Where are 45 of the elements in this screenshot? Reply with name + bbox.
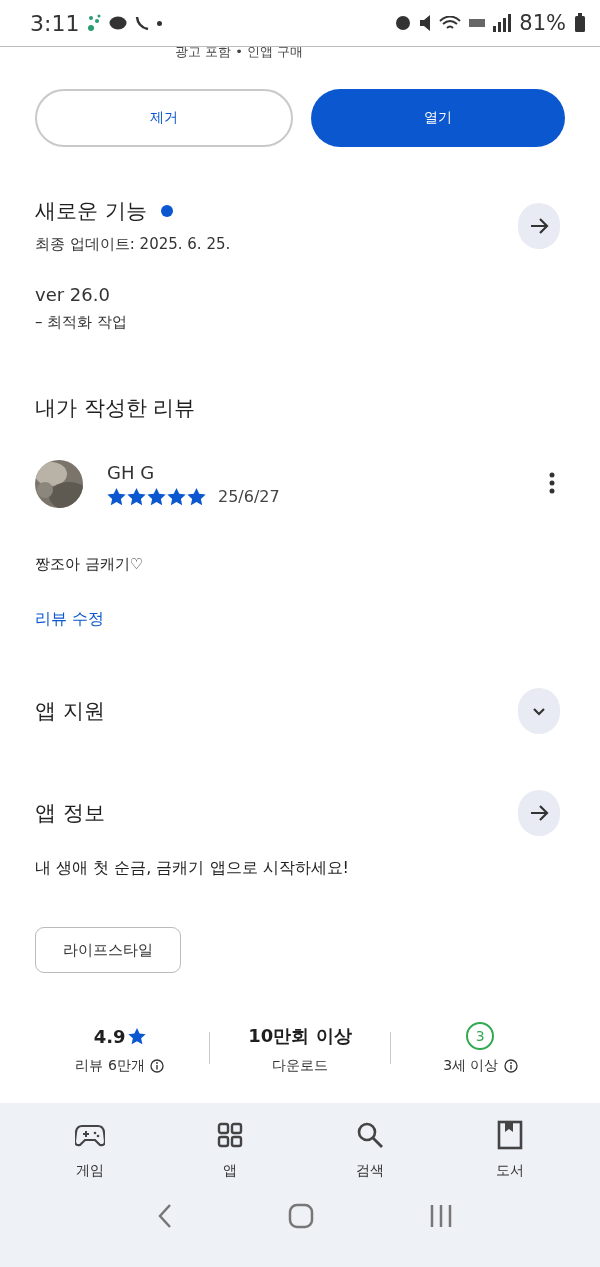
arrow-button[interactable]	[518, 202, 560, 249]
nav-tab[interactable]: 도서	[465, 1117, 555, 1181]
open-button[interactable]: 열기	[311, 89, 565, 147]
wifi-icon	[439, 16, 462, 30]
dots-app-icon	[87, 13, 102, 33]
age-rating-badge: 3	[466, 1022, 495, 1050]
section-title: 새로운 기능	[35, 198, 147, 225]
nav-tab[interactable]: 앱	[185, 1117, 275, 1181]
edit-review-link[interactable]: 리뷰 수정	[0, 609, 105, 630]
status-time: 3:11	[30, 10, 80, 36]
star-icon	[127, 1027, 146, 1045]
info-icon[interactable]	[149, 1059, 164, 1073]
app-description: 내 생애 첫 순금, 금캐기 앱으로 시작하세요!	[34, 858, 350, 879]
battery-icon	[574, 13, 586, 33]
reviewer-name: GH G	[107, 462, 156, 483]
review-date: 25/6/27	[218, 487, 280, 506]
rating-value: 4.9	[93, 1025, 126, 1047]
recent-apps-icon[interactable]	[428, 1204, 453, 1228]
version-text: ver 26.0	[34, 284, 111, 305]
stat-label: 3세 이상	[443, 1057, 499, 1075]
nav-tab[interactable]: 검색	[325, 1117, 415, 1181]
release-notes: – 최적화 작업	[34, 313, 129, 332]
back-icon[interactable]	[157, 1203, 174, 1229]
info-icon[interactable]	[503, 1059, 518, 1073]
search-icon	[356, 1121, 384, 1149]
signal-icon	[493, 14, 512, 32]
notification-dot-icon	[157, 20, 163, 26]
section-title: 앱 정보	[35, 800, 105, 827]
stat-label: 리뷰 6만개	[75, 1057, 145, 1075]
battery-percent: 81%	[519, 11, 566, 35]
gamepad-icon	[75, 1122, 105, 1148]
arrow-button[interactable]	[518, 790, 560, 836]
download-count: 10만회 이상	[248, 1024, 352, 1048]
apps-grid-icon	[217, 1122, 243, 1148]
stat-label: 다운로드	[272, 1057, 328, 1075]
app-meta: 광고 포함 • 인앱 구매	[174, 47, 305, 61]
home-icon[interactable]	[288, 1203, 314, 1229]
review-text: 짱조아 금캐기♡	[34, 555, 145, 574]
category-chip[interactable]: 라이프스타일	[35, 927, 181, 973]
update-date: 최종 업데이트: 2025. 6. 25.	[35, 235, 231, 254]
nav-tab[interactable]: 게임	[45, 1117, 135, 1181]
section-title: 앱 지원	[35, 698, 105, 725]
bookmark-book-icon	[497, 1120, 523, 1150]
section-title: 내가 작성한 리뷰	[34, 395, 197, 422]
uninstall-button[interactable]: 제거	[35, 89, 293, 147]
